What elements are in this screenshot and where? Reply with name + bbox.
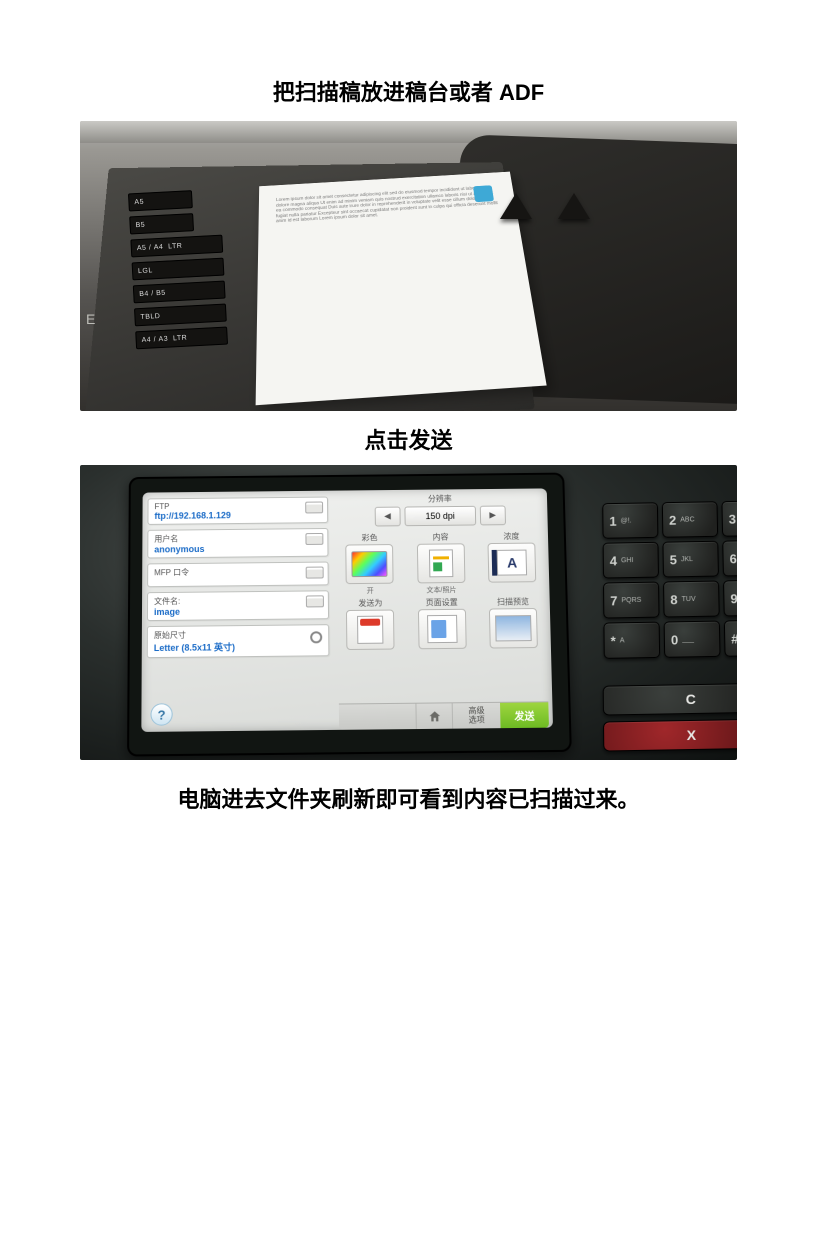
paper-size-guides: A5 B5 A5 / A4 LTR LGL B4 / B5 TBLD A4 / … xyxy=(128,189,228,350)
clear-button[interactable]: C xyxy=(603,683,737,716)
advanced-options-button[interactable]: 高级选项 xyxy=(452,703,501,729)
photo-scanner-adf: A5 B5 A5 / A4 LTR LGL B4 / B5 TBLD A4 / … xyxy=(80,121,737,411)
heading-step-2: 点击发送 xyxy=(80,423,737,455)
document-icon xyxy=(429,549,453,577)
keyboard-icon[interactable] xyxy=(305,502,323,514)
gear-icon[interactable] xyxy=(310,631,322,643)
resolution-value: 150 dpi xyxy=(404,506,476,526)
keyboard-icon[interactable] xyxy=(305,567,323,579)
content-option[interactable]: 内容 文本/照片 xyxy=(408,531,474,594)
help-button[interactable]: ? xyxy=(150,703,172,726)
doc-logo-icon xyxy=(473,185,494,202)
touchscreen-bezel: FTP ftp://192.168.1.129 用户名 anonymous MF… xyxy=(127,473,572,757)
home-button[interactable] xyxy=(415,703,452,729)
keypad-hash[interactable]: # xyxy=(724,620,737,657)
keyboard-icon[interactable] xyxy=(305,533,323,545)
color-option[interactable]: 彩色 开 xyxy=(337,532,403,595)
home-icon xyxy=(427,709,441,723)
keypad-3[interactable]: 3DEF xyxy=(721,500,737,536)
pdf-icon xyxy=(357,616,383,644)
keypad-4[interactable]: 4GHI xyxy=(603,542,659,579)
density-option[interactable]: 浓度 A xyxy=(479,531,546,594)
sendas-option[interactable]: 发送为 xyxy=(338,597,404,661)
touchscreen: FTP ftp://192.168.1.129 用户名 anonymous MF… xyxy=(141,488,553,732)
resolution-label: 分辨率 xyxy=(337,492,544,505)
preview-icon xyxy=(495,615,532,641)
keypad-9[interactable]: 9WXYZ xyxy=(723,579,737,616)
edge-marker: E xyxy=(86,311,95,327)
keypad-6[interactable]: 6MNO xyxy=(722,540,737,577)
username-field[interactable]: 用户名 anonymous xyxy=(147,528,328,558)
keyboard-icon[interactable] xyxy=(306,595,324,607)
keypad-5[interactable]: 5JKL xyxy=(662,541,719,578)
cancel-button[interactable]: X xyxy=(603,718,737,751)
pages-icon xyxy=(427,615,458,643)
numeric-keypad: 1@!. 2ABC 3DEF 4GHI 5JKL 6MNO 7PQRS 8TUV… xyxy=(602,500,737,659)
send-button[interactable]: 发送 xyxy=(500,702,549,728)
keypad-star[interactable]: *A xyxy=(603,622,660,659)
keypad-7[interactable]: 7PQRS xyxy=(603,582,660,619)
keypad-8[interactable]: 8TUV xyxy=(663,581,720,618)
scan-preview-option[interactable]: 扫描预览 xyxy=(480,596,547,660)
ftp-field[interactable]: FTP ftp://192.168.1.129 xyxy=(147,497,327,525)
filename-field[interactable]: 文件名: image xyxy=(147,590,329,621)
color-spectrum-icon xyxy=(352,551,388,577)
resolution-decrease-button[interactable]: ◄ xyxy=(375,507,401,527)
page-setup-option[interactable]: 页面设置 xyxy=(409,597,476,661)
keypad-0[interactable]: 0___ xyxy=(664,621,721,658)
mfp-password-field[interactable]: MFP 口令 xyxy=(147,562,328,588)
resolution-increase-button[interactable]: ► xyxy=(480,506,506,526)
keypad-1[interactable]: 1@!. xyxy=(602,502,658,539)
heading-step-1: 把扫描稿放进稿台或者 ADF xyxy=(80,75,737,107)
density-icon: A xyxy=(497,550,527,576)
adf-feed-arrows-icon xyxy=(500,193,590,219)
instruction-result-text: 电脑进去文件夹刷新即可看到内容已扫描过来。 xyxy=(80,782,737,814)
photo-control-panel: FTP ftp://192.168.1.129 用户名 anonymous MF… xyxy=(80,465,737,760)
keypad-2[interactable]: 2ABC xyxy=(662,501,718,537)
original-size-field[interactable]: 原始尺寸 Letter (8.5x11 英寸) xyxy=(147,624,329,658)
